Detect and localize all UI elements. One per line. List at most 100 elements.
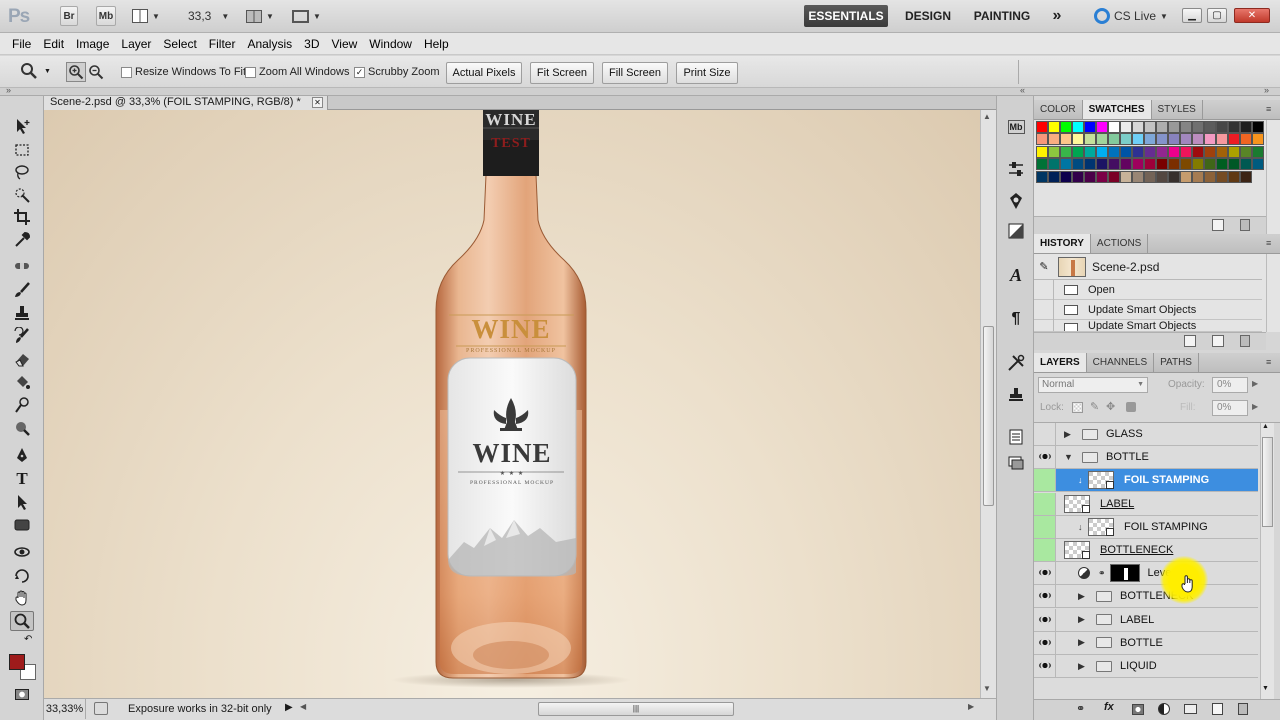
tab-color[interactable]: COLOR [1034, 100, 1083, 119]
color-swatch[interactable] [1036, 170, 1048, 183]
layer-row[interactable]: ▼ BOTTLE [1034, 446, 1258, 470]
color-swatch[interactable] [1216, 133, 1228, 146]
color-swatch[interactable] [1228, 170, 1240, 183]
color-swatch[interactable] [1048, 170, 1060, 183]
color-swatch[interactable] [1144, 121, 1156, 133]
healing-brush-tool[interactable] [10, 256, 34, 276]
collapsed-triangle-icon[interactable]: ▶ [1078, 614, 1092, 625]
color-swatch[interactable] [1156, 121, 1168, 133]
color-swatch[interactable] [1180, 133, 1192, 146]
menu-view[interactable]: View [325, 33, 363, 55]
color-swatch[interactable] [1060, 133, 1072, 146]
add-mask-icon[interactable] [1132, 704, 1144, 715]
path-selection-tool[interactable] [10, 492, 34, 512]
paint-bucket-tool[interactable] [10, 372, 34, 392]
color-swatch[interactable] [1240, 158, 1252, 171]
color-swatch[interactable] [1192, 158, 1204, 171]
print-size-button[interactable]: Print Size [676, 62, 738, 84]
status-menu-arrow-icon[interactable]: ▶ [285, 702, 293, 713]
link-layers-icon[interactable]: ⚭ [1076, 702, 1085, 715]
color-swatch[interactable] [1108, 133, 1120, 146]
color-swatch[interactable] [1168, 158, 1180, 171]
color-swatch[interactable] [1096, 170, 1108, 183]
menu-3d[interactable]: 3D [298, 33, 325, 55]
vertical-scrollbar[interactable]: ▲ ▼ [980, 110, 996, 698]
layers-scroll-thumb[interactable] [1262, 437, 1273, 527]
color-swatch[interactable] [1108, 145, 1120, 158]
layers-scrollbar[interactable]: ▲ ▼ [1260, 423, 1274, 699]
color-swatch[interactable] [1156, 170, 1168, 183]
color-swatch[interactable] [1096, 145, 1108, 158]
new-swatch-icon[interactable] [1212, 219, 1224, 231]
layer-row[interactable]: ⚭ Leve [1034, 562, 1258, 586]
color-swatch[interactable] [1048, 121, 1060, 133]
color-swatch[interactable] [1216, 158, 1228, 171]
scrubby-zoom-checkbox[interactable]: ✓ Scrubby Zoom [354, 64, 440, 80]
layer-row[interactable]: ▶ LABEL [1034, 608, 1258, 632]
smart-object-thumbnail[interactable] [1064, 541, 1090, 559]
color-swatch[interactable] [1048, 133, 1060, 146]
fill-slider-arrow-icon[interactable]: ▶ [1252, 402, 1258, 411]
resize-windows-checkbox[interactable]: Resize Windows To Fit [121, 64, 246, 80]
color-swatch[interactable] [1180, 145, 1192, 158]
scroll-right-icon[interactable]: ▶ [968, 702, 974, 711]
clone-source-panel-button[interactable] [1003, 384, 1029, 406]
styles-panel-button[interactable] [1003, 220, 1029, 242]
layer-visibility-toggle[interactable] [1034, 469, 1056, 492]
crop-tool[interactable] [10, 207, 34, 227]
color-swatch[interactable] [1096, 133, 1108, 146]
color-swatch[interactable] [1120, 170, 1132, 183]
color-swatch[interactable] [1072, 158, 1084, 171]
color-swatch[interactable] [1252, 145, 1264, 158]
workspace-painting[interactable]: PAINTING [966, 5, 1038, 27]
layer-row[interactable]: ▶ BOTTLENECK [1034, 585, 1258, 609]
color-swatch[interactable] [1048, 158, 1060, 171]
workspace-essentials[interactable]: ESSENTIALS [804, 5, 888, 27]
brush-tool[interactable] [10, 280, 34, 300]
workspace-design[interactable]: DESIGN [898, 5, 958, 27]
clone-stamp-tool[interactable] [10, 303, 34, 323]
color-swatch[interactable] [1084, 133, 1096, 146]
history-brush-tool[interactable] [10, 326, 34, 346]
expanded-triangle-icon[interactable]: ▼ [1064, 452, 1078, 462]
color-swatch[interactable] [1096, 158, 1108, 171]
layer-visibility-toggle[interactable] [1034, 515, 1056, 538]
masks-panel-button[interactable] [1003, 190, 1029, 212]
close-button[interactable]: ✕ [1234, 8, 1270, 23]
bridge-button[interactable]: Br [60, 6, 78, 26]
zoom-percentage-field[interactable]: 33,33% [44, 699, 86, 719]
menu-layer[interactable]: Layer [115, 33, 157, 55]
lock-transparency-icon[interactable] [1072, 402, 1083, 413]
color-swatch[interactable] [1060, 145, 1072, 158]
color-swatch[interactable] [1048, 145, 1060, 158]
color-swatch[interactable] [1132, 158, 1144, 171]
eraser-tool[interactable] [10, 349, 34, 369]
history-source-cell[interactable] [1034, 279, 1054, 300]
color-swatch[interactable] [1120, 145, 1132, 158]
color-swatch[interactable] [1060, 170, 1072, 183]
scroll-up-icon[interactable]: ▲ [983, 112, 991, 121]
layer-comps-panel-button[interactable] [1003, 452, 1029, 474]
menu-edit[interactable]: Edit [37, 33, 70, 55]
tab-paths[interactable]: PATHS [1154, 353, 1199, 372]
layer-visibility-toggle[interactable] [1034, 492, 1056, 515]
color-swatch[interactable] [1084, 121, 1096, 133]
actual-pixels-button[interactable]: Actual Pixels [446, 62, 522, 84]
color-swatch[interactable] [1180, 121, 1192, 133]
tab-styles[interactable]: STYLES [1152, 100, 1203, 119]
tab-actions[interactable]: ACTIONS [1091, 234, 1149, 253]
lock-pixels-icon[interactable]: ✎ [1090, 400, 1099, 413]
move-tool[interactable] [10, 116, 34, 136]
menu-help[interactable]: Help [418, 33, 455, 55]
color-swatch[interactable] [1060, 121, 1072, 133]
pen-tool[interactable] [10, 445, 34, 465]
hand-tool[interactable] [10, 588, 34, 608]
layer-row[interactable]: ↓ FOIL STAMPING [1034, 515, 1258, 539]
color-swatch[interactable] [1108, 158, 1120, 171]
collapsed-triangle-icon[interactable]: ▶ [1078, 591, 1092, 602]
color-swatch[interactable] [1120, 158, 1132, 171]
color-swatch[interactable] [1168, 145, 1180, 158]
character-panel-button[interactable]: A [1003, 264, 1029, 286]
document-tab[interactable]: Scene-2.psd @ 33,3% (FOIL STAMPING, RGB/… [44, 96, 328, 110]
eyedropper-tool[interactable] [10, 230, 34, 250]
